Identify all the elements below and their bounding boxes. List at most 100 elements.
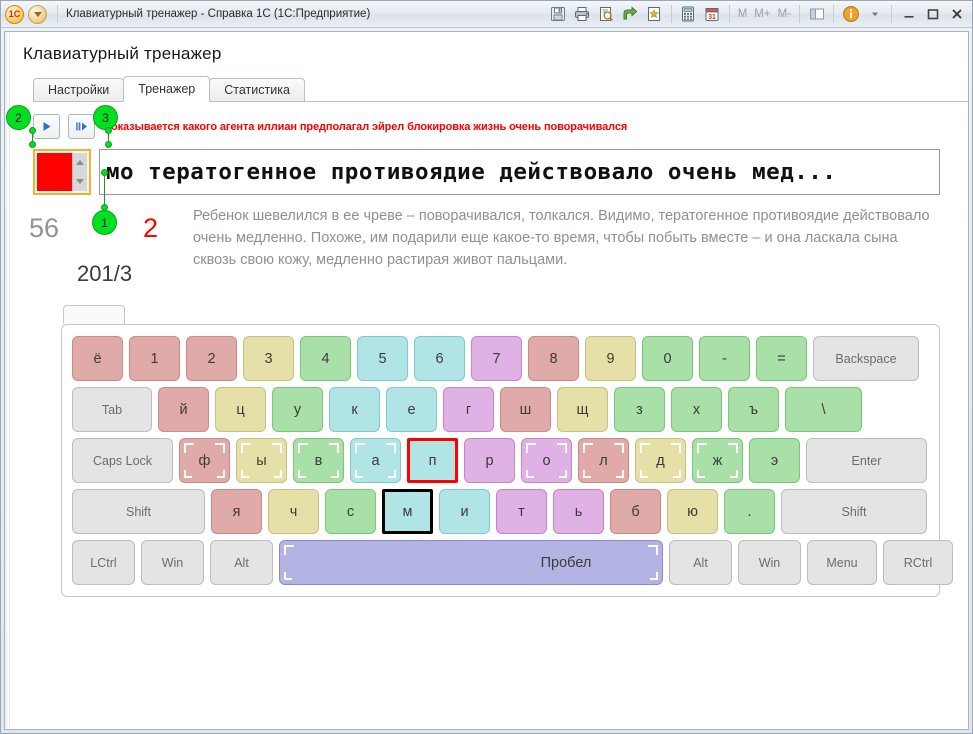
key-alt[interactable]: Alt — [210, 540, 273, 586]
key--[interactable]: \ — [785, 387, 862, 433]
key-ъ[interactable]: ъ — [728, 387, 779, 433]
spinner-down-button[interactable] — [73, 172, 87, 191]
key-а[interactable]: а — [350, 438, 401, 484]
annotation-tail-dot-1 — [101, 169, 108, 176]
key--[interactable]: - — [699, 336, 750, 382]
key-win[interactable]: Win — [141, 540, 204, 586]
key-з[interactable]: з — [614, 387, 665, 433]
key-ц[interactable]: ц — [215, 387, 266, 433]
key-ю[interactable]: ю — [667, 489, 718, 535]
key-и[interactable]: и — [439, 489, 490, 535]
favorites-icon[interactable] — [643, 4, 666, 25]
color-swatch[interactable] — [37, 153, 72, 191]
key-caps-lock[interactable]: Caps Lock — [72, 438, 173, 484]
key-1[interactable]: 1 — [129, 336, 180, 382]
key-д[interactable]: д — [635, 438, 686, 484]
system-menu-dropdown-button[interactable] — [28, 4, 47, 24]
split-view-icon[interactable] — [805, 4, 828, 25]
color-swatch-spinner[interactable] — [33, 149, 91, 195]
minimize-button[interactable] — [897, 4, 920, 25]
key-lctrl[interactable]: LCtrl — [72, 540, 135, 586]
memory-recall-button[interactable]: M — [735, 8, 751, 20]
key-к[interactable]: к — [329, 387, 380, 433]
key-backspace[interactable]: Backspace — [813, 336, 919, 382]
key-4[interactable]: 4 — [300, 336, 351, 382]
key-label: ж — [712, 452, 723, 469]
key-ч[interactable]: ч — [268, 489, 319, 535]
key-tab[interactable]: Tab — [72, 387, 152, 433]
key-г[interactable]: г — [443, 387, 494, 433]
key-у[interactable]: у — [272, 387, 323, 433]
key-х[interactable]: х — [671, 387, 722, 433]
key-shift[interactable]: Shift — [72, 489, 205, 535]
key-3[interactable]: 3 — [243, 336, 294, 382]
key-м[interactable]: м — [382, 489, 433, 535]
key-rctrl[interactable]: RCtrl — [883, 540, 953, 586]
key-л[interactable]: л — [578, 438, 629, 484]
swatch-spinner[interactable] — [72, 153, 87, 191]
key-ё[interactable]: ё — [72, 336, 123, 382]
key-ж[interactable]: ж — [692, 438, 743, 484]
key-alt[interactable]: Alt — [669, 540, 732, 586]
key-т[interactable]: т — [496, 489, 547, 535]
spinner-up-button[interactable] — [73, 153, 87, 172]
key-9[interactable]: 9 — [585, 336, 636, 382]
key-п[interactable]: п — [407, 438, 458, 484]
info-icon[interactable] — [839, 4, 862, 25]
goto-icon[interactable] — [619, 4, 642, 25]
chevron-down-icon — [33, 11, 42, 17]
key-ш[interactable]: ш — [500, 387, 551, 433]
key-5[interactable]: 5 — [357, 336, 408, 382]
key--[interactable]: . — [724, 489, 775, 535]
key-щ[interactable]: щ — [557, 387, 608, 433]
key-6[interactable]: 6 — [414, 336, 465, 382]
key-ф[interactable]: ф — [179, 438, 230, 484]
info-dropdown-icon[interactable] — [863, 4, 886, 25]
key-menu[interactable]: Menu — [807, 540, 877, 586]
maximize-button[interactable] — [921, 4, 944, 25]
key-в[interactable]: в — [293, 438, 344, 484]
key-я[interactable]: я — [211, 489, 262, 535]
key-й[interactable]: й — [158, 387, 209, 433]
start-button[interactable] — [33, 114, 60, 139]
key-ы[interactable]: ы — [236, 438, 287, 484]
key-label: ф — [198, 452, 211, 469]
key-э[interactable]: э — [749, 438, 800, 484]
keyboard-mini-tab[interactable] — [63, 305, 125, 325]
key-7[interactable]: 7 — [471, 336, 522, 382]
key-label: ё — [93, 350, 102, 367]
key-shift[interactable]: Shift — [781, 489, 927, 535]
calculator-icon[interactable] — [677, 4, 700, 25]
tab-statistika[interactable]: Статистика — [209, 78, 305, 102]
print-icon[interactable] — [571, 4, 594, 25]
key--[interactable]: = — [756, 336, 807, 382]
key-label: ц — [236, 401, 245, 418]
key-enter[interactable]: Enter — [806, 438, 927, 484]
memory-subtract-button[interactable]: M- — [775, 8, 794, 20]
key-о[interactable]: о — [521, 438, 572, 484]
key-8[interactable]: 8 — [528, 336, 579, 382]
close-button[interactable] — [945, 4, 968, 25]
tab-nastroyki[interactable]: Настройки — [33, 78, 125, 102]
key-label: д — [656, 452, 665, 469]
calendar-icon[interactable]: 31 — [701, 4, 724, 25]
key-label: ш — [519, 401, 532, 418]
tab-trenazher[interactable]: Тренажер — [123, 76, 211, 102]
typing-line-field[interactable]: мо тератогенное противоядие действовало … — [99, 149, 940, 195]
key-label: е — [407, 401, 416, 418]
save-icon[interactable] — [547, 4, 570, 25]
annotation-anchor-dot-2 — [29, 127, 36, 134]
memory-add-button[interactable]: M+ — [751, 8, 773, 20]
key-ь[interactable]: ь — [553, 489, 604, 535]
key-пробел[interactable]: Пробел — [279, 540, 663, 586]
key-б[interactable]: б — [610, 489, 661, 535]
key-0[interactable]: 0 — [642, 336, 693, 382]
key-е[interactable]: е — [386, 387, 437, 433]
print-preview-icon[interactable] — [595, 4, 618, 25]
step-button[interactable] — [68, 114, 95, 139]
key-2[interactable]: 2 — [186, 336, 237, 382]
key-с[interactable]: с — [325, 489, 376, 535]
key-р[interactable]: р — [464, 438, 515, 484]
key-win[interactable]: Win — [738, 540, 801, 586]
client-area: Клавиатурный тренажер Настройки Тренажер… — [4, 31, 969, 730]
